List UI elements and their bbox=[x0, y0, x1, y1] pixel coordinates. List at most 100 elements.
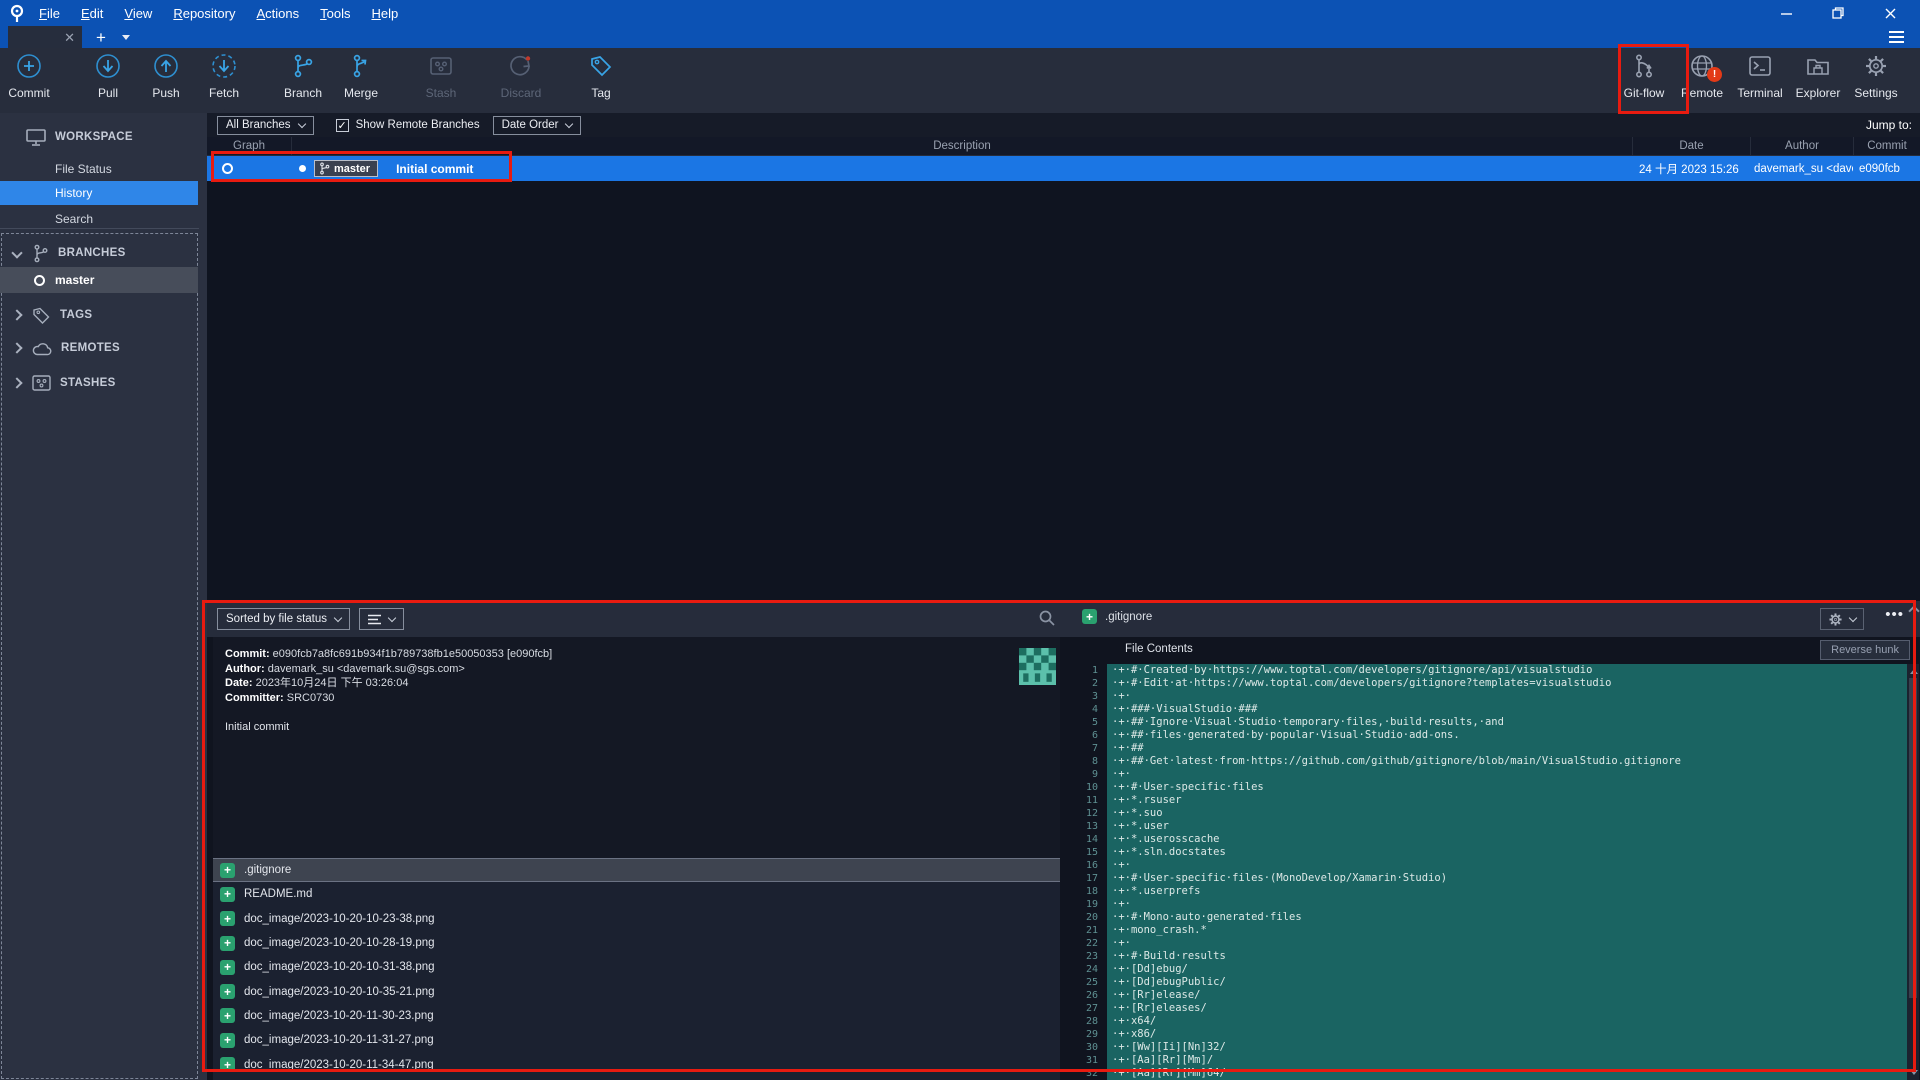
diff-view: 1·+·#·Created·by·https://www.toptal.com/… bbox=[1063, 664, 1920, 1080]
file-row[interactable]: +doc_image/2023-10-20-11-31-27.png bbox=[213, 1028, 1060, 1052]
diff-settings-button[interactable] bbox=[1820, 608, 1864, 630]
tab-close-icon[interactable]: ✕ bbox=[64, 31, 75, 44]
diff-line: 24·+·[Dd]ebug/ bbox=[1063, 963, 1920, 976]
menu-help[interactable]: Help bbox=[371, 6, 398, 21]
more-options-button[interactable]: ••• bbox=[1885, 606, 1904, 623]
menu-tools[interactable]: Tools bbox=[320, 6, 350, 21]
file-row[interactable]: +doc_image/2023-10-20-11-34-47.png bbox=[213, 1052, 1060, 1076]
menu-view[interactable]: View bbox=[124, 6, 152, 21]
column-header-date[interactable]: Date bbox=[1632, 137, 1750, 155]
fetch-button[interactable]: Fetch bbox=[195, 53, 253, 113]
file-row[interactable]: +doc_image/2023-10-20-10-23-38.png bbox=[213, 907, 1060, 931]
chevron-down-icon[interactable] bbox=[11, 247, 22, 258]
view-options-select[interactable] bbox=[359, 608, 404, 630]
commit-message: Initial commit bbox=[225, 721, 1048, 733]
branches-section-header[interactable]: BRANCHES bbox=[0, 241, 207, 265]
chevron-down-icon bbox=[297, 119, 305, 127]
pull-button[interactable]: Pull bbox=[79, 53, 137, 113]
column-header-commit[interactable]: Commit bbox=[1853, 137, 1920, 155]
file-row[interactable]: +doc_image/2023-10-20-10-31-38.png bbox=[213, 955, 1060, 979]
order-filter-select[interactable]: Date Order bbox=[493, 116, 582, 135]
line-number: 24 bbox=[1063, 963, 1107, 976]
stash-button[interactable]: Stash bbox=[412, 53, 470, 113]
diff-line-content: ·+·*.suo bbox=[1107, 807, 1907, 820]
terminal-button[interactable]: Terminal bbox=[1731, 53, 1789, 113]
restore-button[interactable] bbox=[1824, 3, 1852, 23]
menu-actions[interactable]: Actions bbox=[256, 6, 299, 21]
selected-file-chip: + .gitignore bbox=[1082, 609, 1152, 624]
commit-button[interactable]: Commit bbox=[0, 53, 58, 113]
settings-button[interactable]: Settings bbox=[1847, 53, 1905, 113]
hamburger-menu-icon[interactable] bbox=[1889, 31, 1904, 43]
scrollbar-thumb[interactable] bbox=[1909, 678, 1917, 998]
file-added-icon: + bbox=[220, 960, 235, 975]
column-header-author[interactable]: Author bbox=[1750, 137, 1853, 155]
line-number: 9 bbox=[1063, 768, 1107, 781]
scroll-down-icon[interactable] bbox=[1910, 1070, 1918, 1075]
tag-button[interactable]: Tag bbox=[572, 53, 630, 113]
column-header-graph[interactable]: Graph bbox=[207, 137, 291, 155]
explorer-button[interactable]: Explorer bbox=[1789, 53, 1847, 113]
minimize-button[interactable] bbox=[1772, 3, 1800, 23]
chevron-right-icon[interactable] bbox=[11, 309, 22, 320]
menu-repository[interactable]: Repository bbox=[173, 6, 235, 21]
file-row[interactable]: +README.md bbox=[213, 882, 1060, 906]
branch-filter-select[interactable]: All Branches bbox=[217, 116, 314, 135]
stashes-section-header[interactable]: STASHES bbox=[0, 371, 207, 395]
merge-button[interactable]: Merge bbox=[332, 53, 390, 113]
tab-list-caret-icon[interactable] bbox=[122, 35, 130, 40]
commit-row-selected[interactable]: master Initial commit 24 十月 2023 15:26 d… bbox=[207, 156, 1920, 181]
sort-by-select[interactable]: Sorted by file status bbox=[217, 608, 350, 630]
line-number: 21 bbox=[1063, 924, 1107, 937]
sidebar-item-file-status[interactable]: File Status bbox=[0, 157, 207, 181]
git-flow-button[interactable]: Git-flow bbox=[1615, 53, 1673, 113]
branch-button[interactable]: Branch bbox=[274, 53, 332, 113]
jump-to-label: Jump to: bbox=[1866, 118, 1920, 132]
file-added-icon: + bbox=[220, 1008, 235, 1023]
file-row[interactable]: +.gitignore bbox=[213, 858, 1060, 882]
close-button[interactable] bbox=[1876, 3, 1904, 23]
remotes-section-header[interactable]: REMOTES bbox=[0, 336, 207, 360]
sidebar-item-history[interactable]: History bbox=[0, 181, 198, 205]
repository-tab[interactable]: ✕ bbox=[8, 26, 82, 48]
tags-section-header[interactable]: TAGS bbox=[0, 303, 207, 327]
push-button[interactable]: Push bbox=[137, 53, 195, 113]
file-contents-pane: File Contents Reverse hunk 1·+·#·Created… bbox=[1063, 637, 1920, 1080]
new-tab-button[interactable]: + bbox=[96, 29, 106, 46]
diff-scrollbar[interactable] bbox=[1907, 664, 1919, 1080]
chevron-right-icon[interactable] bbox=[11, 377, 22, 388]
scroll-up-icon[interactable] bbox=[1910, 669, 1918, 674]
chevron-right-icon[interactable] bbox=[11, 342, 22, 353]
discard-button[interactable]: Discard bbox=[492, 53, 550, 113]
remote-button[interactable]: ! Remote bbox=[1673, 53, 1731, 113]
line-number: 7 bbox=[1063, 742, 1107, 755]
line-number: 19 bbox=[1063, 898, 1107, 911]
diff-line: 16·+· bbox=[1063, 859, 1920, 872]
column-header-description[interactable]: Description bbox=[291, 137, 1632, 155]
file-added-icon: + bbox=[220, 1057, 235, 1072]
line-number: 10 bbox=[1063, 781, 1107, 794]
workspace-section-header[interactable]: WORKSPACE bbox=[0, 125, 207, 149]
sidebar-branch-master[interactable]: master bbox=[0, 267, 198, 293]
diff-line: 7·+·## bbox=[1063, 742, 1920, 755]
menu-edit[interactable]: Edit bbox=[81, 6, 103, 21]
line-number: 25 bbox=[1063, 976, 1107, 989]
menu-file[interactable]: File bbox=[39, 6, 60, 21]
line-number: 14 bbox=[1063, 833, 1107, 846]
file-row[interactable]: +doc_image/2023-10-20-10-28-19.png bbox=[213, 931, 1060, 955]
file-row[interactable]: +doc_image/2023-10-20-11-30-23.png bbox=[213, 1004, 1060, 1028]
reverse-hunk-button[interactable]: Reverse hunk bbox=[1820, 640, 1910, 660]
show-remote-branches-checkbox-wrap[interactable]: ✓ Show Remote Branches bbox=[336, 119, 480, 132]
diff-line: 28·+·x64/ bbox=[1063, 1015, 1920, 1028]
line-number: 23 bbox=[1063, 950, 1107, 963]
diff-line-content: ·+·[Aa][Rr][Mm]64/ bbox=[1107, 1067, 1907, 1080]
commit-sha-full: e090fcb7a8fc691b934f1b789738fb1e50050353… bbox=[273, 648, 553, 660]
line-number: 27 bbox=[1063, 1002, 1107, 1015]
file-added-icon: + bbox=[220, 863, 235, 878]
collapse-panel-icon[interactable] bbox=[1908, 605, 1919, 616]
file-row[interactable]: +doc_image/2023-10-20-10-35-21.png bbox=[213, 979, 1060, 1003]
search-icon[interactable] bbox=[1039, 610, 1055, 626]
plus-circle-icon bbox=[16, 53, 42, 79]
file-name: README.md bbox=[244, 888, 312, 900]
checkbox-checked-icon[interactable]: ✓ bbox=[336, 119, 349, 132]
